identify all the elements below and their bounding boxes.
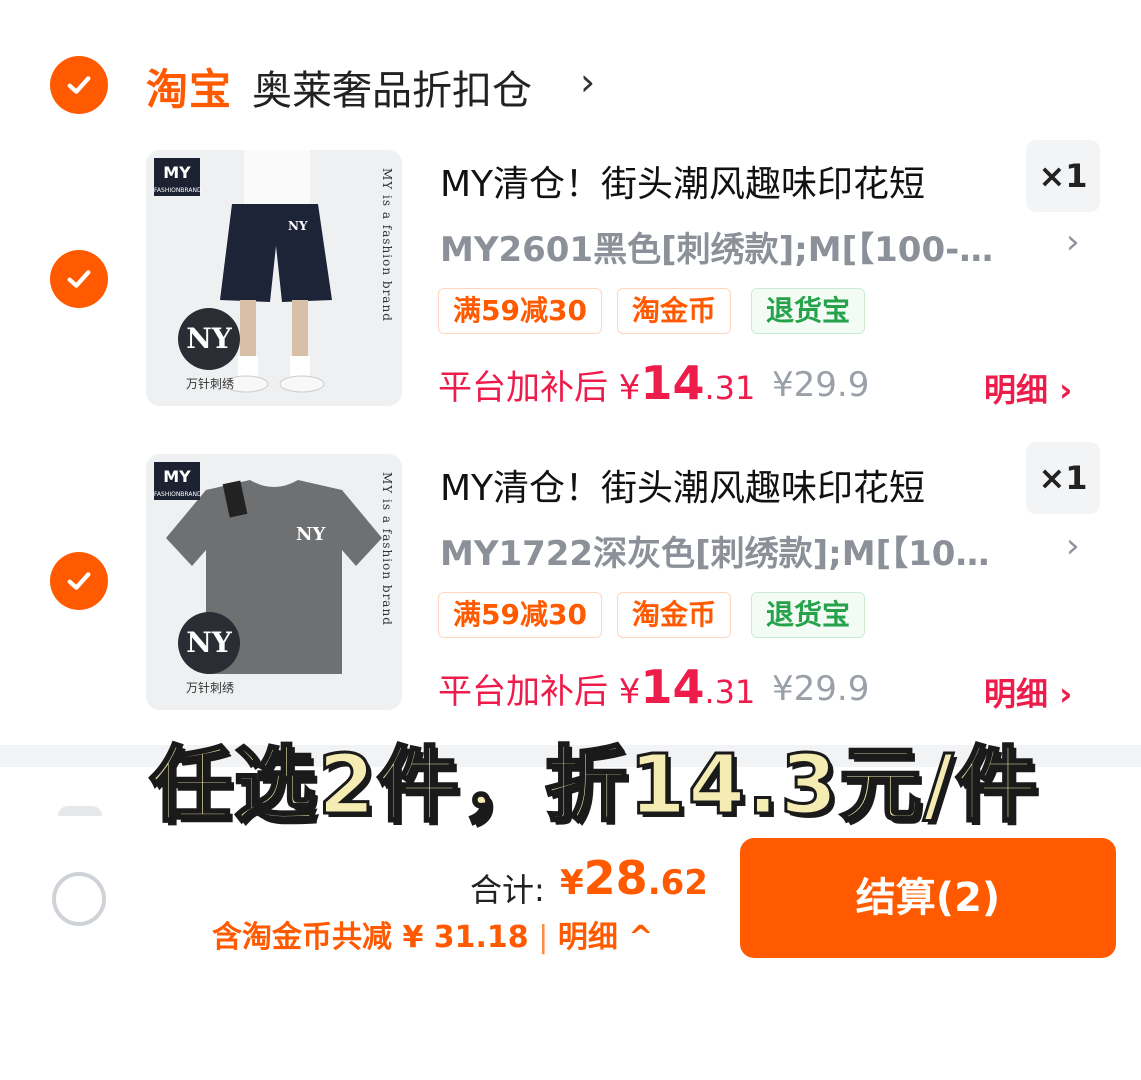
- product-title[interactable]: MY清仓！街头潮风趣味印花短: [440, 459, 925, 511]
- total-price: ¥28.62: [560, 851, 708, 905]
- check-icon: [67, 76, 91, 94]
- checkout-button[interactable]: 结算(2): [740, 838, 1116, 958]
- sku-selector[interactable]: MY2601黑色[刺绣款];M[【100-…: [440, 222, 993, 271]
- thumb-side-text: MY is a fashion brand: [380, 472, 394, 626]
- brand-logo: MY FASHIONBRAND: [154, 158, 202, 196]
- chevron-right-icon[interactable]: ›: [1066, 526, 1080, 566]
- thumb-label: 万针刺绣: [185, 681, 234, 695]
- return-insurance-tag: 退货宝: [751, 592, 866, 638]
- svg-text:NY: NY: [296, 524, 326, 545]
- partial-checkbox: [58, 806, 102, 816]
- product-thumbnail[interactable]: NY MY FASHIONBRAND MY is a fashion brand …: [146, 454, 402, 710]
- taobao-logo: 淘宝: [146, 65, 233, 114]
- original-price: ¥29.9: [772, 669, 870, 709]
- svg-text:NY: NY: [288, 219, 308, 233]
- price-detail-link[interactable]: 明细 ›: [984, 365, 1072, 411]
- item-select-checkbox[interactable]: [50, 552, 108, 610]
- quantity-button[interactable]: ×1: [1026, 140, 1100, 212]
- discount-summary[interactable]: 含淘金币共减 ¥ 31.18 | 明细 ^: [212, 912, 653, 956]
- price-detail-link[interactable]: 明细 ›: [984, 669, 1072, 715]
- promo-tag: 满59减30: [438, 592, 602, 638]
- thumb-label: 万针刺绣: [185, 377, 234, 391]
- discount-detail-link: 明细 ^: [557, 920, 654, 955]
- shop-select-checkbox[interactable]: [50, 56, 108, 114]
- promo-tag: 满59减30: [438, 288, 602, 334]
- total-label: 合计:: [470, 871, 545, 909]
- thumb-side-text: MY is a fashion brand: [380, 168, 394, 322]
- chevron-right-icon[interactable]: ›: [580, 60, 595, 104]
- subsidized-price: 平台加补后 ¥14.31: [438, 660, 756, 714]
- brand-logo: MY FASHIONBRAND: [154, 462, 202, 500]
- select-all-checkbox[interactable]: [52, 872, 106, 926]
- product-thumbnail[interactable]: NY MY FASHIONBRAND MY is a fashion brand …: [146, 150, 402, 406]
- return-insurance-tag: 退货宝: [751, 288, 866, 334]
- item-select-checkbox[interactable]: [50, 250, 108, 308]
- check-icon: [67, 270, 91, 288]
- original-price: ¥29.9: [772, 365, 870, 405]
- promo-overlay-text: 任选2件，折14.3元/件: [148, 737, 1040, 835]
- chevron-right-icon[interactable]: ›: [1066, 222, 1080, 262]
- quantity-button[interactable]: ×1: [1026, 442, 1100, 514]
- coin-tag: 淘金币: [617, 592, 732, 638]
- check-icon: [67, 572, 91, 590]
- subsidized-price: 平台加补后 ¥14.31: [438, 356, 756, 410]
- ny-badge: NY: [178, 308, 240, 370]
- coin-tag: 淘金币: [617, 288, 732, 334]
- sku-selector[interactable]: MY1722深灰色[刺绣款];M[【10…: [440, 526, 989, 575]
- product-title[interactable]: MY清仓！街头潮风趣味印花短: [440, 155, 925, 207]
- ny-badge: NY: [178, 612, 240, 674]
- shop-name-link[interactable]: 奥莱奢品折扣仓: [252, 58, 532, 116]
